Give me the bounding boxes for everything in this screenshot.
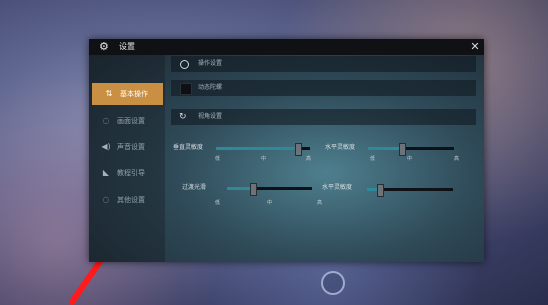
- slider-tick-high: 高: [306, 156, 312, 162]
- slider-track[interactable]: [367, 184, 453, 197]
- slider-track[interactable]: [216, 143, 310, 156]
- settings-dialog: ⚙ 设置 ✕ ⇅ 基本操作 ◌ 画面设置 ◀) 声音设置 ◣ 教程引导 ◌ 其他…: [89, 39, 484, 262]
- slider-tick-high: 高: [454, 156, 460, 162]
- title-bar: ⚙ 设置 ✕: [89, 39, 484, 55]
- controls-icon: ⇅: [105, 89, 113, 98]
- close-icon[interactable]: ✕: [469, 40, 481, 54]
- row-label: 操作设置: [198, 60, 223, 67]
- slider-knob[interactable]: [377, 184, 384, 197]
- slider-knob[interactable]: [250, 183, 257, 196]
- slider-track[interactable]: [227, 183, 312, 196]
- slider-tick-high: 高: [317, 200, 323, 206]
- refresh-icon[interactable]: ↻: [179, 111, 187, 123]
- gyro-checkbox[interactable]: [180, 83, 192, 95]
- slider-tick-mid: 中: [407, 156, 413, 162]
- sidebar-item-tutorial[interactable]: ◣ 教程引导: [89, 162, 165, 184]
- joystick-circle[interactable]: [321, 271, 345, 295]
- speaker-icon: ◀): [101, 142, 111, 151]
- slider-knob[interactable]: [399, 143, 406, 156]
- slider-tick-low: 低: [215, 156, 221, 162]
- control-mode-row[interactable]: 操作设置: [171, 56, 476, 72]
- sidebar-item-label: 声音设置: [117, 143, 145, 151]
- sidebar-item-sound[interactable]: ◀) 声音设置: [89, 136, 165, 158]
- settings-sidebar: ⇅ 基本操作 ◌ 画面设置 ◀) 声音设置 ◣ 教程引导 ◌ 其他设置: [89, 55, 165, 262]
- slider-track[interactable]: [368, 143, 454, 156]
- tutorial-icon: ◣: [102, 168, 110, 177]
- gear-icon: ⚙: [99, 40, 109, 53]
- slider-tick-low: 低: [215, 200, 221, 206]
- sidebar-item-graphics[interactable]: ◌ 画面设置: [89, 110, 165, 132]
- gyro-row[interactable]: 动态陀螺: [171, 80, 476, 96]
- other-settings-icon: ◌: [102, 195, 110, 204]
- slider-fill: [368, 147, 402, 150]
- slider-label: 垂直灵敏度: [173, 144, 204, 151]
- slider-label: 水平灵敏度: [322, 184, 353, 191]
- slider-knob[interactable]: [295, 143, 302, 156]
- radio-button[interactable]: [180, 60, 189, 69]
- row-label: 视角设置: [198, 113, 223, 120]
- row-label: 动态陀螺: [198, 84, 223, 91]
- sidebar-item-other[interactable]: ◌ 其他设置: [89, 189, 165, 211]
- slider-tick-mid: 中: [261, 156, 267, 162]
- camera-settings-row: ↻ 视角设置: [171, 109, 476, 125]
- sidebar-item-label: 画面设置: [117, 117, 145, 125]
- sidebar-item-label: 基本操作: [120, 90, 148, 98]
- slider-label: 过渡光滑: [182, 184, 207, 191]
- dialog-title: 设置: [119, 42, 135, 51]
- sidebar-item-label: 教程引导: [117, 169, 145, 177]
- sidebar-item-label: 其他设置: [117, 196, 145, 204]
- slider-fill: [216, 147, 298, 150]
- slider-tick-low: 低: [370, 156, 376, 162]
- slider-label: 水平灵敏度: [325, 144, 356, 151]
- slider-tick-mid: 中: [267, 200, 273, 206]
- sidebar-item-basic-controls[interactable]: ⇅ 基本操作: [92, 83, 163, 105]
- graphics-icon: ◌: [102, 116, 110, 125]
